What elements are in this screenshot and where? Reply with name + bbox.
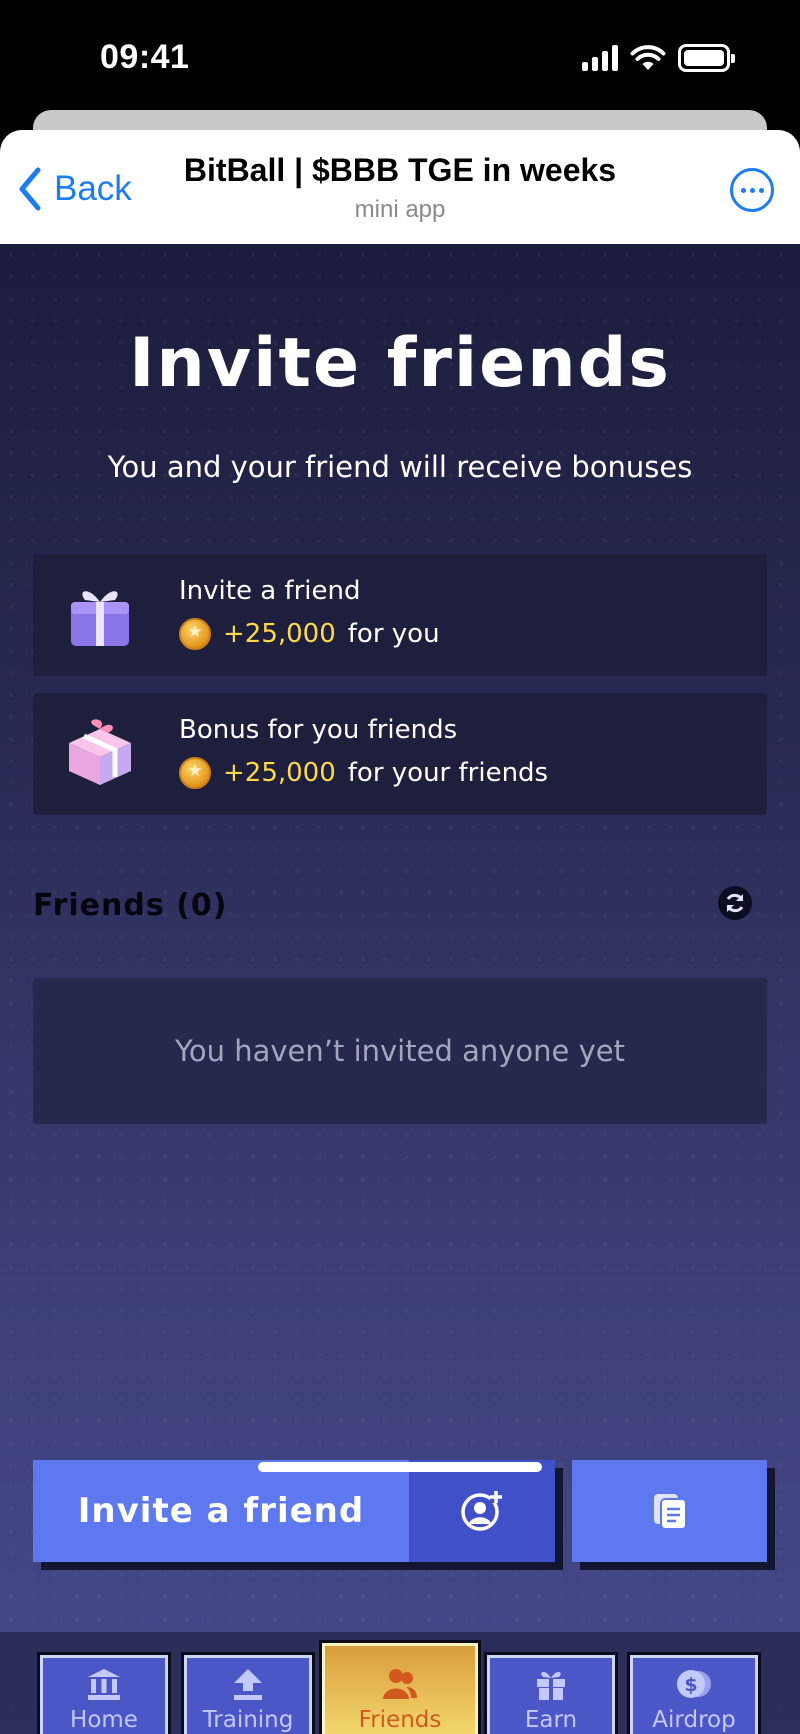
coin-icon: [179, 618, 211, 650]
bonus-card-title: Invite a friend: [179, 576, 361, 606]
users-icon: [383, 1669, 417, 1699]
add-user-icon-box: [409, 1460, 555, 1562]
coin-icon: [179, 757, 211, 789]
status-icons: [582, 44, 735, 72]
status-bar: 09:41: [0, 0, 800, 110]
nav-label: Airdrop: [652, 1707, 736, 1733]
bonus-card-friends: Bonus for you friends +25,000 for your f…: [33, 693, 767, 815]
add-user-icon: [461, 1491, 502, 1531]
bottom-nav: Home Training Friends Earn $ Airdrop: [0, 1632, 800, 1734]
nav-tab-earn[interactable]: Earn: [484, 1652, 618, 1734]
gift-box-pink-icon: [69, 719, 131, 785]
upload-icon: [234, 1669, 262, 1700]
nav-tab-friends[interactable]: Friends: [319, 1640, 481, 1734]
bonus-suffix: for your friends: [347, 758, 549, 788]
nav-label: Earn: [524, 1707, 578, 1733]
home-indicator[interactable]: [258, 1462, 542, 1472]
coins-icon: $: [677, 1670, 711, 1698]
page-title: Invite friends: [129, 324, 671, 403]
copy-link-button[interactable]: [572, 1460, 767, 1562]
page-subtitle: You and your friend will receive bonuses: [107, 450, 693, 484]
nav-label: Home: [70, 1707, 138, 1733]
nav-label: Training: [202, 1707, 294, 1733]
invite-friend-label: Invite a friend: [77, 1491, 365, 1531]
gift-icon: [537, 1671, 565, 1700]
friends-heading: Friends (0): [33, 888, 228, 923]
refresh-button[interactable]: [718, 886, 752, 920]
more-options-button[interactable]: [730, 168, 774, 212]
invite-friend-button[interactable]: Invite a friend: [33, 1460, 555, 1562]
app-title: BitBall | $BBB TGE in weeks: [183, 152, 617, 188]
gift-box-purple-icon: [71, 591, 129, 646]
mini-app-header: Back BitBall | $BBB TGE in weeks mini ap…: [0, 130, 800, 244]
bonus-card-reward: +25,000 for you: [179, 618, 440, 650]
battery-icon: [678, 44, 735, 72]
nav-tab-airdrop[interactable]: $ Airdrop: [627, 1652, 761, 1734]
invite-page: Invite friends You and your friend will …: [0, 244, 800, 1734]
bonus-card-reward: +25,000 for your friends: [179, 757, 548, 789]
bonus-card-invite: Invite a friend +25,000 for you: [33, 554, 767, 676]
app-subtitle: mini app: [354, 196, 446, 223]
friends-empty-state: You haven’t invited anyone yet: [33, 978, 767, 1124]
cellular-signal-icon: [582, 45, 618, 71]
nav-label: Friends: [358, 1707, 442, 1733]
wifi-icon: [630, 45, 666, 70]
more-dot-icon: [740, 187, 746, 193]
bonus-amount: +25,000: [223, 758, 336, 788]
svg-text:$: $: [684, 1674, 697, 1696]
bank-icon: [88, 1669, 120, 1700]
nav-tab-home[interactable]: Home: [37, 1652, 171, 1734]
bonus-suffix: for you: [347, 619, 440, 649]
bonus-amount: +25,000: [223, 619, 336, 649]
bonus-card-title: Bonus for you friends: [179, 715, 458, 745]
nav-tab-training[interactable]: Training: [181, 1652, 315, 1734]
refresh-icon: [726, 893, 744, 913]
status-time: 09:41: [100, 38, 190, 76]
copy-icon: [653, 1494, 687, 1530]
